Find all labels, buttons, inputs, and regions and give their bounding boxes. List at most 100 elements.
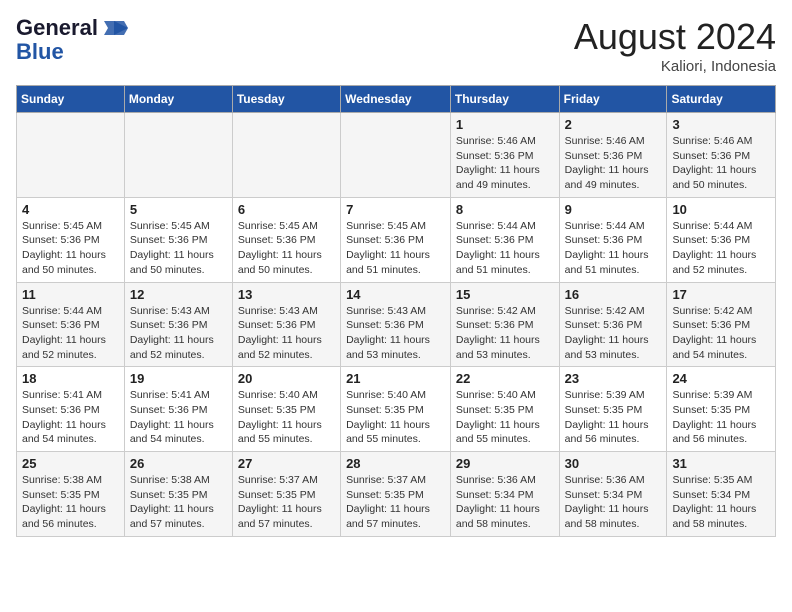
logo: General Blue [16, 16, 128, 64]
day-number: 3 [672, 117, 770, 132]
cell-week4-day1: 19Sunrise: 5:41 AM Sunset: 5:36 PM Dayli… [124, 367, 232, 452]
cell-week3-day5: 16Sunrise: 5:42 AM Sunset: 5:36 PM Dayli… [559, 282, 667, 367]
day-info: Sunrise: 5:44 AM Sunset: 5:36 PM Dayligh… [456, 219, 554, 278]
day-number: 2 [565, 117, 662, 132]
day-info: Sunrise: 5:40 AM Sunset: 5:35 PM Dayligh… [456, 388, 554, 447]
day-number: 6 [238, 202, 335, 217]
day-info: Sunrise: 5:35 AM Sunset: 5:34 PM Dayligh… [672, 473, 770, 532]
week-row-2: 4 Sunrise: 5:45 AM Sunset: 5:36 PM Daylig… [17, 197, 776, 282]
day-info: Sunrise: 5:38 AM Sunset: 5:35 PM Dayligh… [130, 473, 227, 532]
cell-week3-day6: 17 Sunrise: 5:42 AM Sunset: 5:36 PM Dayli… [667, 282, 776, 367]
cell-week3-day2: 13 Sunrise: 5:43 AM Sunset: 5:36 PM Dayli… [232, 282, 340, 367]
cell-week5-day5: 30Sunrise: 5:36 AM Sunset: 5:34 PM Dayli… [559, 452, 667, 537]
day-number: 1 [456, 117, 554, 132]
day-info: Sunrise: 5:45 AM Sunset: 5:36 PM Dayligh… [346, 219, 445, 278]
day-info: Sunrise: 5:45 AM Sunset: 5:36 PM Dayligh… [238, 219, 335, 278]
cell-week2-day0: 4 Sunrise: 5:45 AM Sunset: 5:36 PM Daylig… [17, 197, 125, 282]
cell-week3-day4: 15 Sunrise: 5:42 AM Sunset: 5:36 PM Dayli… [450, 282, 559, 367]
day-info: Sunrise: 5:40 AM Sunset: 5:35 PM Dayligh… [346, 388, 445, 447]
header-friday: Friday [559, 86, 667, 113]
cell-week3-day1: 12 Sunrise: 5:43 AM Sunset: 5:36 PM Dayli… [124, 282, 232, 367]
day-info: Sunrise: 5:38 AM Sunset: 5:35 PM Dayligh… [22, 473, 119, 532]
day-number: 21 [346, 371, 445, 386]
day-info: Sunrise: 5:45 AM Sunset: 5:36 PM Dayligh… [22, 219, 119, 278]
page-header: General Blue August 2024 Kaliori, Indone… [16, 16, 776, 75]
day-number: 31 [672, 456, 770, 471]
day-number: 28 [346, 456, 445, 471]
cell-week2-day5: 9 Sunrise: 5:44 AM Sunset: 5:36 PM Daylig… [559, 197, 667, 282]
header-wednesday: Wednesday [341, 86, 451, 113]
day-number: 15 [456, 287, 554, 302]
cell-week2-day4: 8 Sunrise: 5:44 AM Sunset: 5:36 PM Daylig… [450, 197, 559, 282]
header-tuesday: Tuesday [232, 86, 340, 113]
cell-week5-day1: 26 Sunrise: 5:38 AM Sunset: 5:35 PM Dayli… [124, 452, 232, 537]
cell-week2-day6: 10 Sunrise: 5:44 AM Sunset: 5:36 PM Dayli… [667, 197, 776, 282]
cell-week4-day0: 18Sunrise: 5:41 AM Sunset: 5:36 PM Dayli… [17, 367, 125, 452]
cell-week4-day4: 22 Sunrise: 5:40 AM Sunset: 5:35 PM Dayli… [450, 367, 559, 452]
cell-week1-day2 [232, 113, 340, 198]
day-number: 17 [672, 287, 770, 302]
cell-week1-day6: 3 Sunrise: 5:46 AM Sunset: 5:36 PM Daylig… [667, 113, 776, 198]
day-number: 9 [565, 202, 662, 217]
calendar-title: August 2024 [574, 16, 776, 58]
day-info: Sunrise: 5:42 AM Sunset: 5:36 PM Dayligh… [672, 304, 770, 363]
day-number: 8 [456, 202, 554, 217]
calendar-subtitle: Kaliori, Indonesia [574, 58, 776, 75]
day-number: 26 [130, 456, 227, 471]
day-info: Sunrise: 5:43 AM Sunset: 5:36 PM Dayligh… [238, 304, 335, 363]
cell-week5-day6: 31 Sunrise: 5:35 AM Sunset: 5:34 PM Dayli… [667, 452, 776, 537]
calendar-table: SundayMondayTuesdayWednesdayThursdayFrid… [16, 85, 776, 537]
day-number: 20 [238, 371, 335, 386]
day-info: Sunrise: 5:44 AM Sunset: 5:36 PM Dayligh… [672, 219, 770, 278]
title-block: August 2024 Kaliori, Indonesia [574, 16, 776, 75]
day-number: 30 [565, 456, 662, 471]
day-info: Sunrise: 5:40 AM Sunset: 5:35 PM Dayligh… [238, 388, 335, 447]
day-number: 24 [672, 371, 770, 386]
cell-week5-day3: 28 Sunrise: 5:37 AM Sunset: 5:35 PM Dayli… [341, 452, 451, 537]
cell-week4-day6: 24 Sunrise: 5:39 AM Sunset: 5:35 PM Dayli… [667, 367, 776, 452]
day-number: 7 [346, 202, 445, 217]
day-info: Sunrise: 5:39 AM Sunset: 5:35 PM Dayligh… [672, 388, 770, 447]
calendar-header-row: SundayMondayTuesdayWednesdayThursdayFrid… [17, 86, 776, 113]
day-number: 5 [130, 202, 227, 217]
cell-week1-day1 [124, 113, 232, 198]
day-info: Sunrise: 5:46 AM Sunset: 5:36 PM Dayligh… [456, 134, 554, 193]
header-monday: Monday [124, 86, 232, 113]
day-info: Sunrise: 5:46 AM Sunset: 5:36 PM Dayligh… [672, 134, 770, 193]
day-number: 23 [565, 371, 662, 386]
cell-week1-day5: 2 Sunrise: 5:46 AM Sunset: 5:36 PM Daylig… [559, 113, 667, 198]
cell-week2-day2: 6 Sunrise: 5:45 AM Sunset: 5:36 PM Daylig… [232, 197, 340, 282]
day-info: Sunrise: 5:42 AM Sunset: 5:36 PM Dayligh… [565, 304, 662, 363]
logo-text: General [16, 16, 98, 40]
day-info: Sunrise: 5:44 AM Sunset: 5:36 PM Dayligh… [22, 304, 119, 363]
cell-week3-day0: 11 Sunrise: 5:44 AM Sunset: 5:36 PM Dayli… [17, 282, 125, 367]
day-number: 4 [22, 202, 119, 217]
week-row-1: 1 Sunrise: 5:46 AM Sunset: 5:36 PM Daylig… [17, 113, 776, 198]
day-number: 13 [238, 287, 335, 302]
logo-arrow-icon [100, 19, 128, 37]
cell-week1-day0 [17, 113, 125, 198]
day-info: Sunrise: 5:43 AM Sunset: 5:36 PM Dayligh… [130, 304, 227, 363]
day-number: 14 [346, 287, 445, 302]
day-info: Sunrise: 5:44 AM Sunset: 5:36 PM Dayligh… [565, 219, 662, 278]
day-number: 25 [22, 456, 119, 471]
cell-week2-day1: 5 Sunrise: 5:45 AM Sunset: 5:36 PM Daylig… [124, 197, 232, 282]
day-number: 12 [130, 287, 227, 302]
day-info: Sunrise: 5:46 AM Sunset: 5:36 PM Dayligh… [565, 134, 662, 193]
day-number: 19 [130, 371, 227, 386]
day-number: 10 [672, 202, 770, 217]
cell-week4-day5: 23Sunrise: 5:39 AM Sunset: 5:35 PM Dayli… [559, 367, 667, 452]
cell-week2-day3: 7 Sunrise: 5:45 AM Sunset: 5:36 PM Daylig… [341, 197, 451, 282]
day-info: Sunrise: 5:37 AM Sunset: 5:35 PM Dayligh… [346, 473, 445, 532]
cell-week4-day2: 20 Sunrise: 5:40 AM Sunset: 5:35 PM Dayli… [232, 367, 340, 452]
header-sunday: Sunday [17, 86, 125, 113]
day-info: Sunrise: 5:45 AM Sunset: 5:36 PM Dayligh… [130, 219, 227, 278]
day-info: Sunrise: 5:41 AM Sunset: 5:36 PM Dayligh… [22, 388, 119, 447]
day-number: 22 [456, 371, 554, 386]
day-info: Sunrise: 5:42 AM Sunset: 5:36 PM Dayligh… [456, 304, 554, 363]
cell-week1-day3 [341, 113, 451, 198]
day-info: Sunrise: 5:37 AM Sunset: 5:35 PM Dayligh… [238, 473, 335, 532]
week-row-5: 25 Sunrise: 5:38 AM Sunset: 5:35 PM Dayli… [17, 452, 776, 537]
day-number: 11 [22, 287, 119, 302]
cell-week3-day3: 14Sunrise: 5:43 AM Sunset: 5:36 PM Dayli… [341, 282, 451, 367]
